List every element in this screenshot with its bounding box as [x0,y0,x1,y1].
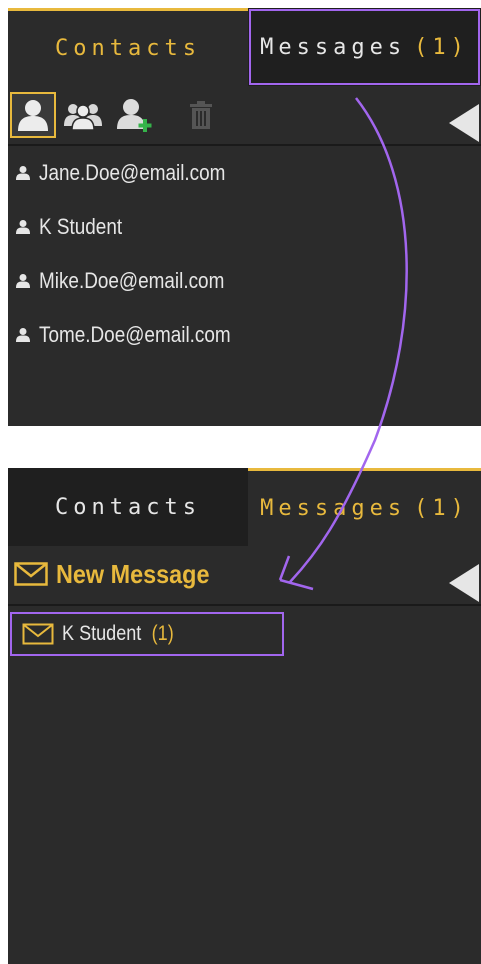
new-message-label: New Message [56,558,210,589]
contact-label: K Student [39,214,123,239]
contact-item[interactable]: Jane.Doe@email.com [8,146,481,200]
tab-contacts-label: Contacts [55,494,201,520]
trash-icon [190,101,212,129]
add-contact-icon [117,99,152,132]
contact-label: Mike.Doe@email.com [39,268,225,293]
envelope-icon [22,623,54,645]
tab-messages-label: Messages [260,34,407,60]
tab-contacts[interactable]: Contacts [8,468,248,546]
envelope-icon [14,562,48,586]
message-thread-item[interactable]: K Student (1) [10,612,284,656]
contact-label: Jane.Doe@email.com [39,160,226,185]
contact-item[interactable]: Tome.Doe@email.com [8,308,481,362]
messages-panel-after: Contacts Messages (1) New Message K Stud… [8,468,481,964]
contact-person-icon [16,274,30,288]
tab-messages[interactable]: Messages (1) [248,468,481,546]
message-sender-name: K Student [62,622,142,645]
messages-count-badge: (1) [414,34,469,60]
delete-contact-button[interactable] [178,92,224,138]
tab-messages[interactable]: Messages (1) [248,8,481,86]
messages-toolbar: New Message [8,546,481,606]
contact-label: Tome.Doe@email.com [39,322,231,347]
tab-bar: Contacts Messages (1) [8,8,481,86]
add-contact-button[interactable] [112,92,158,138]
tab-contacts[interactable]: Contacts [8,8,248,86]
messages-count-badge: (1) [414,496,469,521]
contact-person-icon [16,328,30,342]
contact-item[interactable]: K Student [8,200,481,254]
contact-item[interactable]: Mike.Doe@email.com [8,254,481,308]
collapse-left-icon[interactable] [449,104,479,142]
tab-contacts-label: Contacts [55,36,201,61]
single-contact-icon [18,100,48,131]
contacts-panel-before: Contacts Messages (1) Jane.Doe@email.com… [8,8,481,426]
collapse-left-icon[interactable] [449,564,479,602]
group-contacts-button[interactable] [60,92,106,138]
single-contact-button[interactable] [10,92,56,138]
contacts-toolbar [8,86,481,146]
new-message-button[interactable]: New Message [14,554,227,594]
message-sender: K Student (1) [62,622,174,646]
tab-bar: Contacts Messages (1) [8,468,481,546]
contact-person-icon [16,220,30,234]
tab-messages-label: Messages [260,496,407,521]
contact-person-icon [16,166,30,180]
group-contacts-icon [64,104,102,130]
message-unread-count: (1) [151,622,174,645]
contact-list: Jane.Doe@email.com K Student Mike.Doe@em… [8,146,481,362]
